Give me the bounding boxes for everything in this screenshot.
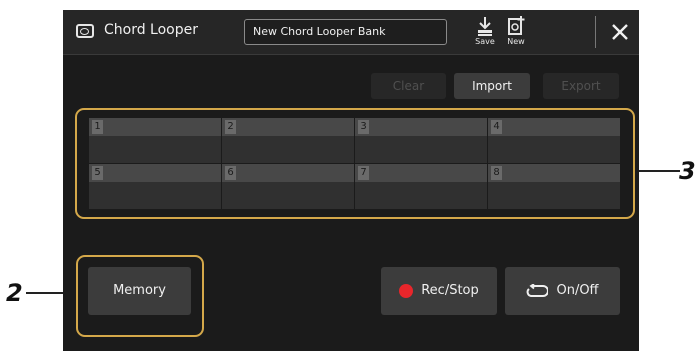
slot-number: 2 [225,120,236,134]
slot-grid: 1 2 3 4 5 6 7 8 [89,118,620,209]
callout-3: 3 [679,157,696,185]
new-button[interactable]: New [501,16,531,50]
new-label: New [507,37,525,46]
slot-number: 6 [225,166,236,180]
slot-header: 1 [89,118,221,136]
memory-button[interactable]: Memory [88,267,191,315]
on-off-label: On/Off [556,283,599,298]
new-icon [508,16,525,35]
slot-3[interactable]: 3 [355,118,487,163]
rec-stop-label: Rec/Stop [421,283,479,298]
slot-8[interactable]: 8 [488,164,620,209]
title-divider [595,16,596,48]
slot-body [89,136,221,163]
save-button[interactable]: Save [470,16,500,50]
slot-number: 4 [491,120,502,134]
slot-body [355,182,487,209]
slot-header: 4 [488,118,620,136]
slot-number: 1 [92,120,103,134]
slot-6[interactable]: 6 [222,164,354,209]
memory-label: Memory [113,283,166,298]
save-icon [478,17,492,36]
slot-body [222,136,354,163]
slot-header: 3 [355,118,487,136]
slot-body [355,136,487,163]
slot-4[interactable]: 4 [488,118,620,163]
app-icon [76,24,94,38]
bank-name-field[interactable]: New Chord Looper Bank [244,19,447,45]
slot-header: 6 [222,164,354,182]
rec-stop-button[interactable]: Rec/Stop [381,267,497,315]
export-button[interactable]: Export [543,73,619,99]
slot-header: 2 [222,118,354,136]
callout-2: 2 [6,279,23,307]
slot-header: 5 [89,164,221,182]
save-label: Save [475,37,495,46]
close-icon[interactable] [609,21,631,43]
record-dot-icon [399,284,414,298]
slot-number: 7 [358,166,369,180]
chord-looper-screen: Chord Looper New Chord Looper Bank Save … [63,10,639,351]
slot-body [488,136,620,163]
slot-body [488,182,620,209]
window-title: Chord Looper [104,22,199,38]
slot-body [222,182,354,209]
clear-button[interactable]: Clear [371,73,446,99]
slot-2[interactable]: 2 [222,118,354,163]
slot-1[interactable]: 1 [89,118,221,163]
slot-5[interactable]: 5 [89,164,221,209]
slot-header: 7 [355,164,487,182]
callout-3-leader [636,170,680,172]
title-bar: Chord Looper New Chord Looper Bank Save … [63,10,639,55]
import-button[interactable]: Import [454,73,530,99]
slot-7[interactable]: 7 [355,164,487,209]
slot-number: 8 [491,166,502,180]
on-off-button[interactable]: On/Off [505,267,620,315]
grid-divider [89,163,620,164]
loop-icon [527,284,549,297]
slot-number: 3 [358,120,369,134]
slot-number: 5 [92,166,103,180]
slot-header: 8 [488,164,620,182]
slot-body [89,182,221,209]
